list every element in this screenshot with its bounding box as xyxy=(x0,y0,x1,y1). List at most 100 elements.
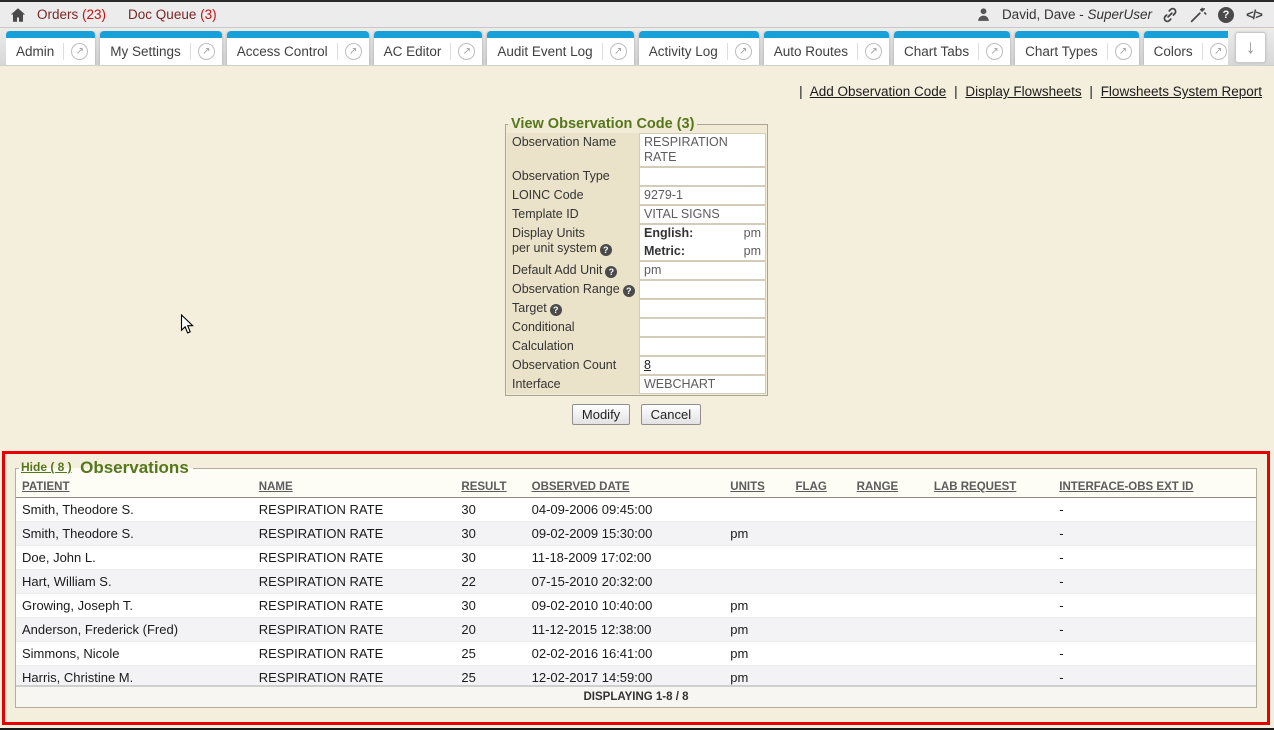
cell-name: RESPIRATION RATE xyxy=(257,546,460,570)
field-label: Observation Range? xyxy=(507,280,639,299)
open-in-new-icon[interactable]: ↗ xyxy=(198,43,215,60)
cancel-button[interactable]: Cancel xyxy=(641,404,701,425)
tab-overflow-button[interactable]: ↓ xyxy=(1235,32,1266,63)
table-row: Hart, William S.RESPIRATION RATE2207-15-… xyxy=(16,570,1256,594)
col-range[interactable]: RANGE xyxy=(855,478,932,498)
form-row: Calculation xyxy=(507,337,766,356)
cell-flag xyxy=(793,570,854,594)
col-lab-request[interactable]: LAB REQUEST xyxy=(932,478,1057,498)
cell-observed: 07-15-2010 20:32:00 xyxy=(530,570,729,594)
divider xyxy=(1107,43,1108,60)
tab-accent xyxy=(227,31,369,38)
cell-units xyxy=(728,498,793,522)
open-in-new-icon[interactable]: ↗ xyxy=(1115,43,1132,60)
col-result[interactable]: RESULT xyxy=(459,478,529,498)
cell-ext-id: - xyxy=(1057,642,1256,666)
col-name[interactable]: NAME xyxy=(257,478,460,498)
observation-count-value: 8 xyxy=(639,356,766,375)
cell-lab-request xyxy=(932,618,1057,642)
help-icon[interactable]: ? xyxy=(623,285,635,297)
wand-icon[interactable] xyxy=(1188,5,1208,25)
tab-access-control[interactable]: Access Control ↗ xyxy=(227,31,369,65)
observations-fieldset: Hide ( 8 ) Observations PATIENT NAME RES… xyxy=(15,458,1257,708)
cell-flag xyxy=(793,522,854,546)
observations-legend: Hide ( 8 ) Observations xyxy=(19,458,193,478)
open-in-new-icon[interactable]: ↗ xyxy=(458,43,475,60)
open-in-new-icon[interactable]: ↗ xyxy=(71,43,88,60)
cell-result: 30 xyxy=(459,522,529,546)
tab-accent xyxy=(894,31,1010,38)
col-patient[interactable]: PATIENT xyxy=(16,478,257,498)
table-row: Smith, Theodore S.RESPIRATION RATE3009-0… xyxy=(16,522,1256,546)
col-interface-obs-ext-id[interactable]: INTERFACE-OBS EXT ID xyxy=(1057,478,1256,498)
field-label: Calculation xyxy=(507,337,639,356)
form-row: Observation Range? xyxy=(507,280,766,299)
tab-activity-log[interactable]: Activity Log↗ xyxy=(639,31,759,65)
cell-flag xyxy=(793,642,854,666)
hide-observations-link[interactable]: Hide ( 8 ) xyxy=(21,460,72,474)
tab-audit-event-log[interactable]: Audit Event Log↗ xyxy=(487,31,633,65)
flowsheets-system-report-link[interactable]: Flowsheets System Report xyxy=(1101,84,1262,99)
col-observed-date[interactable]: OBSERVED DATE xyxy=(530,478,729,498)
separator: | xyxy=(1089,84,1093,99)
orders-count: (23) xyxy=(82,7,106,22)
help-icon[interactable]: ? xyxy=(550,304,562,316)
cell-patient: Anderson, Frederick (Fred) xyxy=(16,618,257,642)
field-label: LOINC Code xyxy=(507,186,639,205)
form-title: View Observation Code (3) xyxy=(508,116,697,132)
cell-result: 22 xyxy=(459,570,529,594)
tab-accent xyxy=(1015,31,1139,38)
cell-observed: 09-02-2009 15:30:00 xyxy=(530,522,729,546)
observations-table: PATIENT NAME RESULT OBSERVED DATE UNITS … xyxy=(16,478,1256,690)
cell-result: 30 xyxy=(459,498,529,522)
help-icon[interactable]: ? xyxy=(1216,5,1236,25)
tab-label: Auto Routes xyxy=(774,44,857,59)
help-icon[interactable]: ? xyxy=(600,244,612,256)
tab-my-settings[interactable]: My Settings↗ xyxy=(100,31,222,65)
tab-chart-types[interactable]: Chart Types ↗ xyxy=(1015,31,1139,65)
col-units[interactable]: UNITS xyxy=(728,478,793,498)
table-row: Smith, Theodore S.RESPIRATION RATE3004-0… xyxy=(16,498,1256,522)
open-in-new-icon[interactable]: ↗ xyxy=(986,43,1003,60)
open-in-new-icon[interactable]: ↗ xyxy=(345,43,362,60)
field-label: Interface xyxy=(507,375,639,394)
tab-colors[interactable]: Colors↗ xyxy=(1144,31,1228,65)
help-icon[interactable]: ? xyxy=(605,266,617,278)
cell-lab-request xyxy=(932,546,1057,570)
tab-label: Access Control xyxy=(237,44,337,59)
tab-auto-routes[interactable]: Auto Routes ↗ xyxy=(764,31,889,65)
doc-queue-link[interactable]: Doc Queue (3) xyxy=(128,7,217,22)
cell-patient: Growing, Joseph T. xyxy=(16,594,257,618)
tab-chart-tabs[interactable]: Chart Tabs↗ xyxy=(894,31,1010,65)
observation-count-link[interactable]: 8 xyxy=(644,358,651,372)
open-in-new-icon[interactable]: ↗ xyxy=(610,43,627,60)
tab-ac-editor[interactable]: AC Editor ↗ xyxy=(374,31,483,65)
separator: | xyxy=(799,84,803,99)
tab-label: Chart Types xyxy=(1025,44,1107,59)
form-row: Observation NameRESPIRATION RATE xyxy=(507,133,766,167)
home-icon[interactable] xyxy=(9,6,27,24)
tab-admin[interactable]: Admin↗ xyxy=(6,31,95,65)
link-icon[interactable] xyxy=(1160,5,1180,25)
modify-button[interactable]: Modify xyxy=(572,404,630,425)
code-icon[interactable]: </> xyxy=(1244,5,1264,25)
observation-range-value xyxy=(639,280,766,299)
form-row: Observation Count8 xyxy=(507,356,766,375)
open-in-new-icon[interactable]: ↗ xyxy=(735,43,752,60)
open-in-new-icon[interactable]: ↗ xyxy=(865,43,882,60)
observation-type-value xyxy=(639,167,766,186)
col-flag[interactable]: FLAG xyxy=(793,478,854,498)
open-in-new-icon[interactable]: ↗ xyxy=(1210,43,1227,60)
cell-ext-id: - xyxy=(1057,498,1256,522)
form-row: Default Add Unit?pm xyxy=(507,261,766,280)
cell-range xyxy=(855,570,932,594)
tab-label: AC Editor xyxy=(384,44,451,59)
orders-link[interactable]: Orders (23) xyxy=(37,7,106,22)
user-icon xyxy=(974,5,994,25)
loinc-code-value: 9279-1 xyxy=(639,186,766,205)
add-observation-code-link[interactable]: Add Observation Code xyxy=(810,84,947,99)
interface-value: WEBCHART xyxy=(639,375,766,394)
tab-accent xyxy=(1144,31,1228,38)
cell-ext-id: - xyxy=(1057,618,1256,642)
display-flowsheets-link[interactable]: Display Flowsheets xyxy=(965,84,1081,99)
